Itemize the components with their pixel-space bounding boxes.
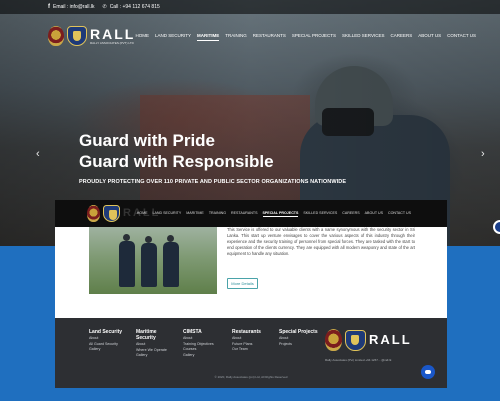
window-nav-item-special-projects[interactable]: SPECIAL PROJECTS [262, 211, 299, 217]
window-nav-item-maritime[interactable]: MARITIME [186, 211, 204, 217]
call-text[interactable]: Call : +94 112 674 815 [110, 4, 160, 10]
soldier-figure [163, 242, 179, 287]
footer-column-cimsta: CIMSTA About Training Objectives Courses Gal… [183, 329, 223, 358]
special-forces-photo [89, 227, 217, 294]
email-text[interactable]: Email : info@rall.lk [53, 4, 94, 10]
footer-heading: Land Security [89, 329, 123, 335]
rall-shield-icon [67, 26, 87, 46]
chevron-left-icon[interactable]: ‹ [36, 148, 40, 160]
nav-item-home[interactable]: HOME [135, 33, 149, 41]
phone-icon: ✆ [102, 4, 107, 10]
nav-item-about-us[interactable]: ABOUT US [418, 33, 441, 41]
window-header: RALL HOME LAND SECURITY MARITIME TRAINING RE… [55, 200, 447, 227]
nav-item-special-projects[interactable]: SPECIAL PROJECTS [292, 33, 336, 41]
soldier-head [167, 235, 174, 242]
nav-item-restaurants[interactable]: RESTAURANTS [253, 33, 286, 41]
window-nav-item-careers[interactable]: CAREERS [342, 211, 359, 217]
nav-item-skilled-services[interactable]: SKILLED SERVICES [342, 33, 384, 41]
side-chat-icon[interactable] [493, 220, 500, 234]
nav-item-contact-us[interactable]: CONTACT US [447, 33, 476, 41]
window-nav-item-about-us[interactable]: ABOUT US [365, 211, 383, 217]
nav-item-training[interactable]: TRAINING [225, 33, 247, 41]
preview-window: RALL HOME LAND SECURITY MARITIME TRAINING RE… [55, 200, 447, 388]
emblem-icon [87, 205, 100, 222]
main-nav: HOME LAND SECURITY MARITIME TRAINING RESTAUR… [135, 33, 476, 41]
nav-item-maritime[interactable]: MARITIME [196, 33, 220, 41]
nav-item-careers[interactable]: CAREERS [390, 33, 412, 41]
service-description: This Service is offered to our valuable … [227, 227, 415, 256]
site-footer: Land Security About All Guard Security Gall… [55, 318, 447, 388]
brand-name: RALL [369, 332, 412, 347]
chat-icon[interactable] [421, 365, 435, 379]
footer-link[interactable]: Gallery [136, 353, 176, 359]
footer-column-maritime-security: Maritime Security About Where We Operate Ga… [136, 329, 176, 359]
copyright-text: © 2020, Rally Associates (pvt) Ltd, All … [214, 375, 288, 379]
footer-heading: Maritime Security [136, 329, 157, 341]
footer-heading: Special Projects [279, 329, 318, 335]
footer-column-special-projects: Special Projects About Projects [279, 329, 319, 347]
footer-heading: Restaurants [232, 329, 261, 335]
nav-item-land-security[interactable]: LAND SECURITY [155, 33, 191, 41]
site-logo[interactable]: RALL RALLY ASSOCIATES (PVT) LTD [48, 26, 135, 46]
soldier-figure [119, 241, 135, 287]
window-nav-item-restaurants[interactable]: RESTAURANTS [231, 211, 258, 217]
footer-logo[interactable]: RALL [325, 329, 412, 351]
footer-column-land-security: Land Security About All Guard Security Gall… [89, 329, 129, 353]
chevron-right-icon[interactable]: › [481, 148, 485, 160]
hero-tagline: PROUDLY PROTECTING OVER 110 PRIVATE AND … [79, 179, 347, 185]
footer-column-restaurants: Restaurants About Future Plans Our Team [232, 329, 272, 353]
footer-link[interactable]: Projects [279, 342, 319, 348]
window-nav: HOME LAND SECURITY MARITIME TRAINING RESTAUR… [137, 211, 411, 217]
rall-shield-icon [103, 205, 120, 222]
soldier-head [123, 234, 130, 241]
window-nav-item-skilled-services[interactable]: SKILLED SERVICES [303, 211, 337, 217]
window-nav-item-home[interactable]: HOME [137, 211, 148, 217]
hero-line-2: Guard with Responsible [79, 152, 274, 171]
window-nav-item-contact-us[interactable]: CONTACT US [388, 211, 411, 217]
soldier-figure [141, 243, 157, 287]
hero-line-1: Guard with Pride [79, 131, 216, 150]
window-nav-item-land-security[interactable]: LAND SECURITY [152, 211, 181, 217]
hero-headline: Guard with Pride Guard with Responsible [79, 130, 274, 172]
emblem-icon [325, 329, 342, 351]
more-details-button[interactable]: More Details [227, 278, 258, 289]
footer-link[interactable]: Gallery [183, 353, 223, 359]
footer-link[interactable]: Our Team [232, 347, 272, 353]
rall-shield-icon [345, 329, 366, 351]
brand-tagline: RALLY ASSOCIATES (PVT) LTD [90, 41, 134, 45]
window-nav-item-training[interactable]: TRAINING [209, 211, 226, 217]
footer-contact: Rally Associates (Pvt) Limited +94 1267.… [325, 358, 392, 362]
soldier-head [145, 236, 152, 243]
footer-link[interactable]: Gallery [89, 347, 129, 353]
facebook-icon[interactable]: f [48, 4, 50, 10]
emblem-icon [48, 26, 64, 46]
footer-heading: CIMSTA [183, 329, 202, 335]
top-contact-bar: f Email : info@rall.lk ✆ Call : +94 112 … [0, 0, 500, 14]
brand-name: RALL [90, 26, 136, 42]
